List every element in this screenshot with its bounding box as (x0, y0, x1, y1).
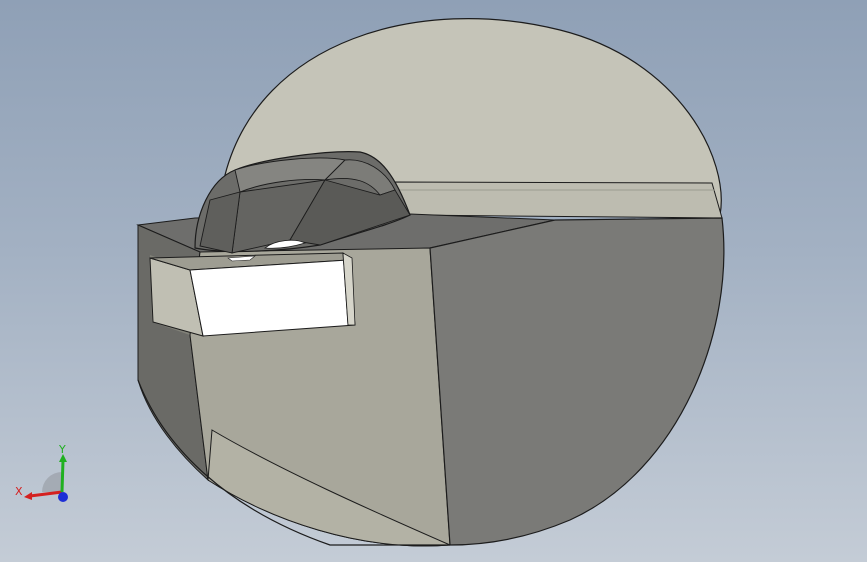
x-axis-label: X (15, 485, 23, 498)
y-axis-label: Y (58, 443, 66, 456)
z-axis-icon (58, 492, 68, 502)
model-view[interactable] (0, 0, 867, 562)
cylinder-top-band[interactable] (394, 181, 723, 219)
3d-viewport[interactable]: X Y (0, 0, 867, 562)
block-front-face[interactable] (189, 259, 356, 337)
x-axis-icon (29, 490, 63, 498)
triad-sector-icon (42, 472, 62, 492)
coordinate-triad: X Y (10, 440, 80, 510)
right-dark-face[interactable] (429, 217, 725, 546)
y-axis-icon (60, 459, 65, 493)
